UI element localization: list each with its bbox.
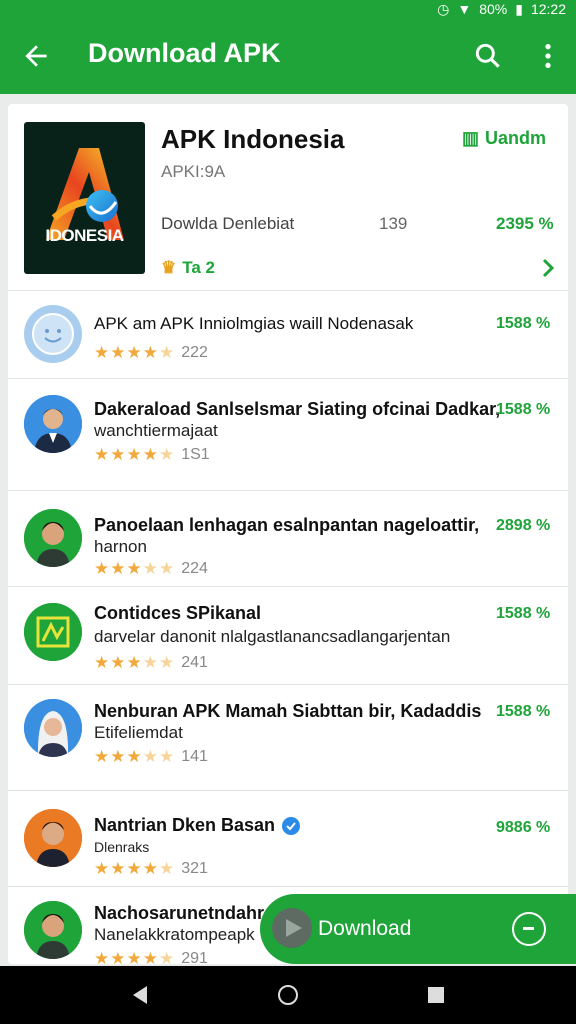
rating-stars-icon: ★★★★★ (94, 859, 176, 878)
item-name: Panoelaan lenhagan esalnpantan nageloatt… (94, 515, 480, 535)
item-desc: Dlenraks (94, 839, 150, 855)
item-percent: 2898 % (496, 517, 551, 534)
person-icon (24, 395, 82, 453)
item-percent: 1588 % (496, 401, 551, 418)
item-desc: Nanelakkratompeapk (94, 925, 255, 944)
avatar (24, 305, 82, 363)
system-nav-bar (0, 966, 576, 1024)
avatar (24, 395, 82, 453)
status-time: 12:22 (530, 1, 566, 17)
status-battery: 80% (479, 1, 508, 17)
minus-circle-icon[interactable] (512, 912, 546, 946)
list-item[interactable]: Nantrian Dken Basan Dlenraks 9886 % ★★★★… (8, 790, 568, 886)
avatar (24, 901, 82, 959)
app-icon (24, 603, 82, 661)
item-percent: 1588 % (496, 703, 551, 720)
list-item[interactable]: Nenburan APK Mamah Siabttan bir, Kadaddi… (8, 684, 568, 790)
item-name: Dakeraload Sanlselsmar Siating ofcinai D… (94, 399, 501, 419)
item-name: APK am APK Inniolmgias waill Nodenasak (94, 314, 414, 333)
rating-stars-icon: ★★★★★ (94, 949, 176, 964)
app-count: 139 (379, 214, 408, 233)
logo-art-icon (46, 148, 124, 240)
rating-stars-icon: ★★★★★ (94, 747, 176, 766)
item-desc: darvelar danonit nlalgastlanancsadlangar… (94, 627, 451, 646)
nav-back-icon[interactable] (128, 983, 152, 1007)
avatar (24, 809, 82, 867)
play-store-icon (272, 908, 312, 948)
app-list-card: IDONESIA APK Indonesia APKI:9A ▥ Uandm D… (8, 104, 568, 964)
item-desc: harnon (94, 537, 147, 556)
alarm-icon: ◷ (437, 0, 450, 17)
person-icon (24, 699, 82, 757)
person-icon (24, 809, 82, 867)
item-percent: 1588 % (496, 315, 551, 332)
item-name: Nantrian Dken Basan (94, 815, 301, 836)
signal-icon: ▼ (457, 1, 472, 17)
item-rating: ★★★★★ 224 (94, 559, 208, 578)
battery-icon: ▮ (515, 0, 523, 17)
item-rating: ★★★★★ 241 (94, 653, 208, 672)
item-percent: 9886 % (496, 819, 551, 836)
list-item[interactable]: Dakeraload Sanlselsmar Siating ofcinai D… (8, 378, 568, 490)
item-rating: ★★★★★ 141 (94, 747, 208, 766)
app-title: APK Indonesia (161, 124, 345, 154)
download-label: Download (318, 917, 412, 940)
item-name: Nenburan APK Mamah Siabttan bir, Kadaddi… (94, 701, 482, 721)
status-bar: ◷ ▼ 80% ▮ 12:22 (0, 0, 576, 18)
app-info-line: Dowlda Denlebiat (161, 214, 295, 233)
item-desc: Etifeliemdat (94, 723, 183, 742)
item-percent: 1588 % (496, 605, 551, 622)
avatar (24, 699, 82, 757)
list-item[interactable]: APK am APK Inniolmgias waill Nodenasak 1… (8, 290, 568, 378)
app-bar: Download APK (0, 18, 576, 94)
rating-stars-icon: ★★★★★ (94, 343, 176, 362)
avatar (24, 603, 82, 661)
app-tag[interactable]: ♛ Ta 2 (161, 258, 215, 278)
item-name: Contidces SPikanal (94, 603, 262, 623)
nav-home-icon[interactable] (276, 983, 300, 1007)
back-arrow-icon[interactable] (20, 40, 52, 72)
item-rating: ★★★★★ 291 (94, 949, 208, 964)
more-vert-icon[interactable] (532, 40, 564, 72)
verified-icon (282, 816, 301, 835)
app-subtitle: APKI:9A (161, 162, 226, 181)
person-icon (24, 901, 82, 959)
item-rating: ★★★★★ 222 (94, 343, 208, 362)
rating-stars-icon: ★★★★★ (94, 653, 176, 672)
smiley-icon (32, 313, 74, 355)
item-rating: ★★★★★ 321 (94, 859, 208, 878)
person-icon (24, 509, 82, 567)
item-name: Nachosarunetndahr (94, 903, 265, 923)
install-button[interactable]: ▥ Uandm (462, 128, 546, 149)
chevron-right-icon[interactable] (536, 256, 560, 280)
install-icon: ▥ (462, 128, 480, 148)
app-percent: 2395 % (496, 214, 554, 233)
rating-stars-icon: ★★★★★ (94, 559, 176, 578)
item-rating: ★★★★★ 1S1 (94, 445, 210, 464)
avatar (24, 509, 82, 567)
list-item[interactable]: Contidces SPikanal darvelar danonit nlal… (8, 586, 568, 684)
search-icon[interactable] (472, 40, 504, 72)
app-logo: IDONESIA (24, 122, 145, 274)
download-button[interactable]: Download (260, 894, 576, 964)
rating-stars-icon: ★★★★★ (94, 445, 176, 464)
page-title: Download APK (88, 38, 281, 68)
item-desc: wanchtiermajaat (94, 421, 218, 440)
crown-icon: ♛ (161, 258, 177, 277)
nav-recents-icon[interactable] (424, 983, 448, 1007)
featured-app[interactable]: IDONESIA APK Indonesia APKI:9A ▥ Uandm D… (8, 104, 568, 290)
list-item[interactable]: Panoelaan lenhagan esalnpantan nageloatt… (8, 490, 568, 586)
